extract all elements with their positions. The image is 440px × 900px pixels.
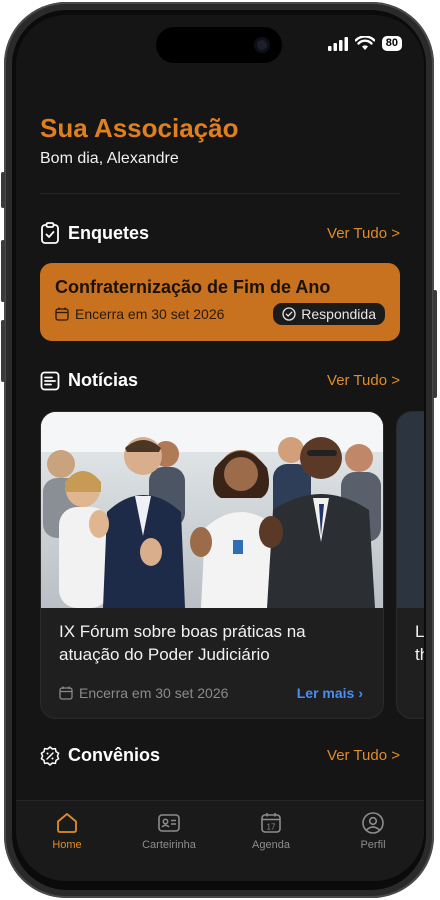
news-deadline-text: Encerra em 30 set 2026 bbox=[79, 685, 229, 701]
status-badge-label: Respondida bbox=[301, 306, 376, 322]
signal-icon bbox=[327, 36, 348, 51]
status-bar: 80 bbox=[327, 36, 402, 51]
calendar-icon: 17 bbox=[261, 813, 281, 833]
action-button bbox=[1, 172, 5, 208]
news-see-all-link[interactable]: Ver Tudo > bbox=[327, 372, 400, 389]
news-headline: L th bbox=[415, 622, 424, 664]
battery-indicator: 80 bbox=[381, 36, 402, 51]
home-icon bbox=[57, 813, 77, 833]
greeting-text: Bom dia, Alexandre bbox=[40, 150, 179, 167]
nav-item-agenda[interactable]: 17 Agenda bbox=[226, 801, 316, 881]
nav-label: Agenda bbox=[252, 839, 290, 851]
news-photo bbox=[41, 412, 383, 608]
divider bbox=[40, 193, 400, 194]
chevron-right-icon: › bbox=[358, 685, 363, 701]
power-button bbox=[433, 290, 437, 398]
calendar-icon bbox=[55, 307, 69, 321]
nav-label: Home bbox=[52, 839, 82, 851]
agreements-section-header: Convênios Ver Tudo > bbox=[40, 745, 400, 766]
check-circle-icon bbox=[282, 307, 296, 321]
nav-item-carteirinha[interactable]: Carteirinha bbox=[124, 801, 214, 881]
nav-label: Carteirinha bbox=[142, 839, 196, 851]
read-more-label: Ler mais bbox=[296, 685, 355, 701]
camera-icon bbox=[254, 37, 270, 53]
news-title: Notícias bbox=[68, 370, 139, 390]
polls-see-all-link[interactable]: Ver Tudo > bbox=[327, 225, 400, 242]
status-badge: Respondida bbox=[273, 303, 385, 325]
news-photo bbox=[397, 412, 424, 608]
agreements-title: Convênios bbox=[68, 745, 161, 765]
poll-title: Confraternização de Fim de Ano bbox=[55, 277, 331, 297]
news-section-header: Notícias Ver Tudo > bbox=[40, 370, 400, 391]
id-card-icon bbox=[158, 814, 180, 832]
calendar-day-number: 17 bbox=[267, 823, 276, 832]
page-title: Sua Associação bbox=[40, 113, 239, 143]
agreements-see-all-link[interactable]: Ver Tudo > bbox=[327, 747, 400, 764]
polls-title: Enquetes bbox=[68, 222, 150, 243]
volume-down-button bbox=[1, 320, 5, 382]
wifi-icon bbox=[354, 36, 375, 50]
clipboard-check-icon bbox=[41, 222, 59, 244]
news-card[interactable]: L th bbox=[396, 411, 424, 719]
calendar-icon bbox=[59, 686, 73, 700]
app-screen: 80 Sua Associação Bom dia, Alexandre Enq… bbox=[16, 15, 424, 881]
news-deadline: Encerra em 30 set 2026 bbox=[59, 685, 228, 701]
news-card[interactable]: IX Fórum sobre boas práticas na atuação … bbox=[40, 411, 384, 719]
conference-audience-image bbox=[41, 412, 383, 608]
profile-icon bbox=[362, 812, 384, 834]
dynamic-island bbox=[156, 27, 282, 63]
poll-card[interactable]: Confraternização de Fim de Ano Encerra e… bbox=[40, 263, 400, 341]
poll-deadline-text: Encerra em 30 set 2026 bbox=[75, 306, 225, 322]
newspaper-icon bbox=[40, 371, 60, 390]
nav-item-perfil[interactable]: Perfil bbox=[328, 801, 418, 881]
poll-deadline: Encerra em 30 set 2026 bbox=[55, 306, 224, 322]
nav-item-home[interactable]: Home bbox=[22, 801, 112, 881]
volume-up-button bbox=[1, 240, 5, 302]
news-headline: IX Fórum sobre boas práticas na atuação … bbox=[59, 622, 306, 664]
polls-section-header: Enquetes Ver Tudo > bbox=[40, 222, 400, 244]
read-more-link[interactable]: Ler mais › bbox=[297, 685, 363, 701]
nav-label: Perfil bbox=[360, 839, 386, 851]
discount-badge-icon bbox=[40, 745, 60, 766]
bottom-navigation: Home Carteirinha 17 Agenda Perfil bbox=[16, 800, 424, 881]
